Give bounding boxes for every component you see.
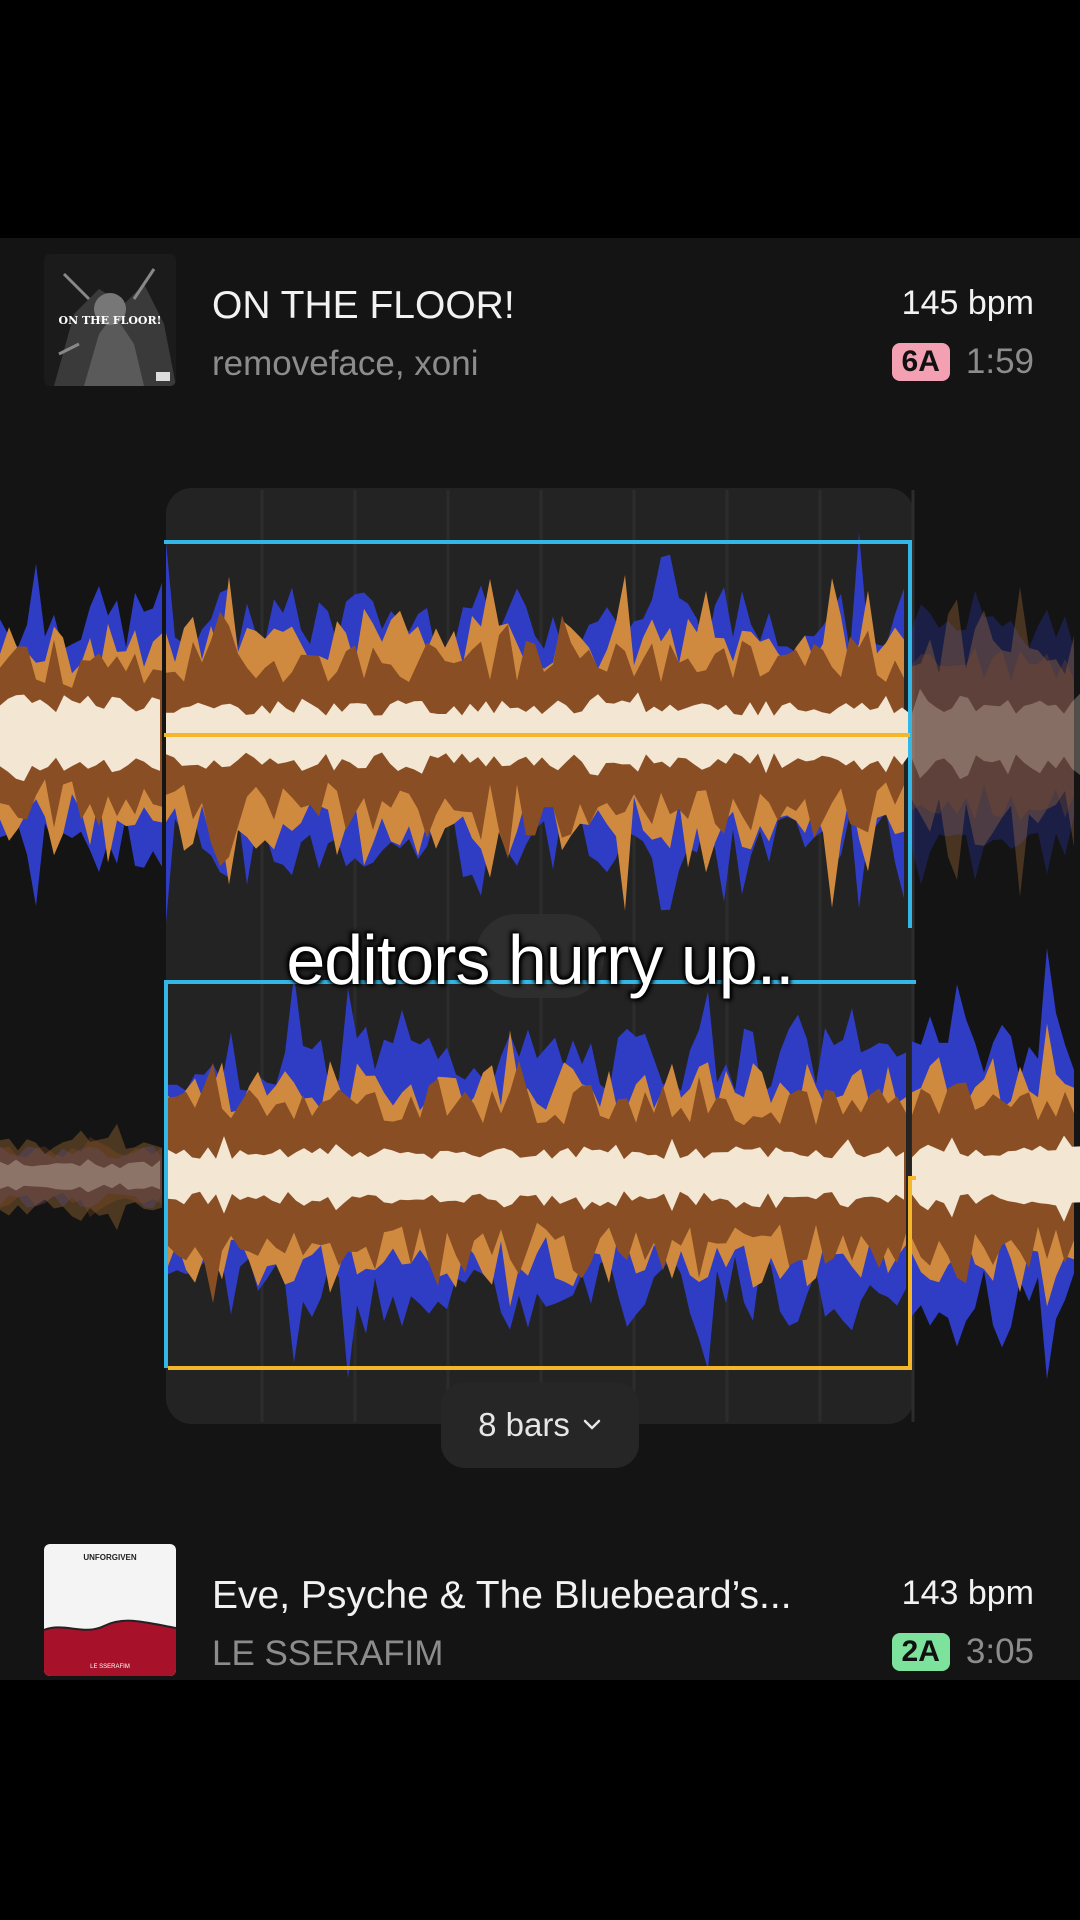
next-track-duration: 3:05 [965,1632,1034,1671]
mix-editor-screen: ON THE FLOOR! ON THE FLOOR! removeface, … [0,238,1080,1680]
chevron-down-icon [583,1419,601,1430]
next-track-meta: 2A 3:05 [891,1632,1034,1672]
bars-length-label: 8 bars [478,1406,570,1443]
album-cover-next-subtitle: LE SSERAFIM [90,1664,130,1670]
album-cover-next: UNFORGIVEN LE SSERAFIM [44,1544,176,1676]
bars-length-dropdown[interactable]: 8 bars [441,1382,639,1468]
next-track-row[interactable]: UNFORGIVEN LE SSERAFIM Eve, Psyche & The… [0,1544,1080,1680]
next-track-bpm: 143 bpm [901,1574,1034,1612]
next-track-artist: LE SSERAFIM [212,1634,444,1673]
overlay-caption: editors hurry up.. [286,921,794,999]
next-track-key-badge: 2A [891,1633,950,1671]
next-track-title: Eve, Psyche & The Bluebeard’s... [212,1574,792,1617]
album-cover-next-title: UNFORGIVEN [83,1553,137,1562]
